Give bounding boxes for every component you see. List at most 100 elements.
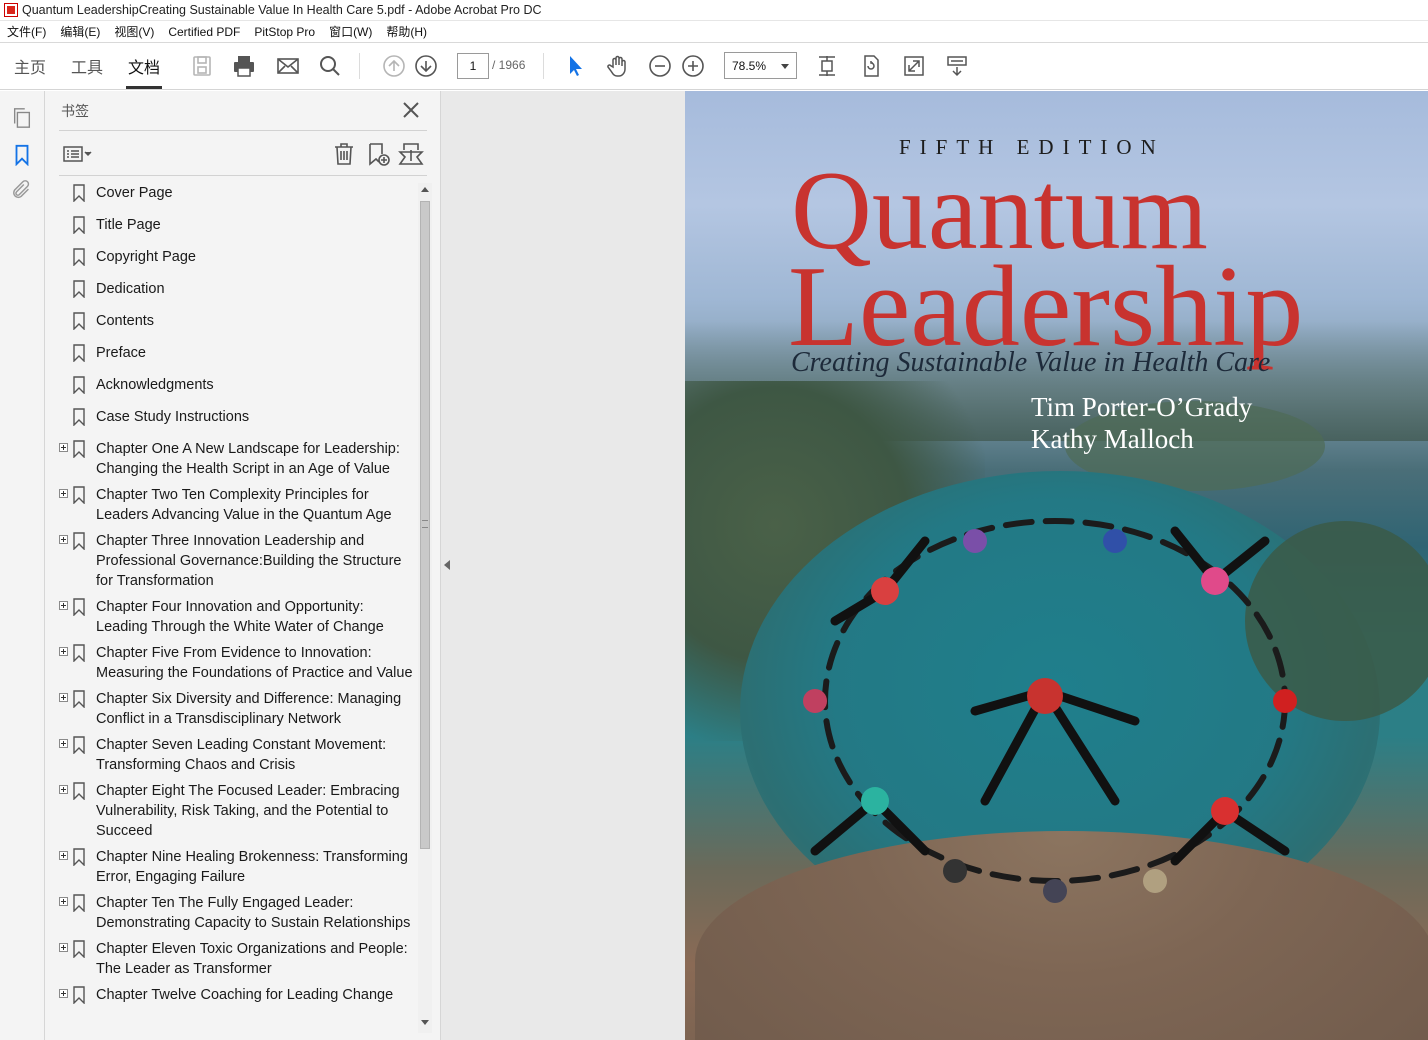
bookmark-label: Title Page [96, 217, 161, 233]
bookmark-icon [73, 940, 85, 958]
scroll-mode-icon[interactable] [813, 52, 841, 80]
bookmark-icon [73, 848, 85, 866]
search-icon[interactable] [316, 52, 344, 80]
page-thumbnails-icon[interactable] [10, 106, 34, 130]
bookmark-item[interactable]: Chapter Two Ten Complexity Principles fo… [59, 485, 417, 525]
bookmark-item[interactable]: Title Page [59, 215, 417, 235]
expand-plus-icon[interactable] [59, 693, 68, 702]
expand-plus-icon[interactable] [59, 739, 68, 748]
tab-document[interactable]: 文档 [126, 43, 162, 89]
bookmark-item[interactable]: Case Study Instructions [59, 407, 417, 427]
print-icon[interactable] [230, 52, 258, 80]
bookmark-item[interactable]: Chapter Ten The Fully Engaged Leader: De… [59, 893, 417, 933]
bookmark-icon [73, 312, 85, 330]
email-icon[interactable] [274, 52, 302, 80]
bookmark-label: Chapter One A New Landscape for Leadersh… [96, 441, 400, 477]
bookmark-item[interactable]: Dedication [59, 279, 417, 299]
expand-plus-icon[interactable] [59, 443, 68, 452]
bookmark-label: Dedication [96, 281, 165, 297]
bookmark-item[interactable]: Chapter Eight The Focused Leader: Embrac… [59, 781, 417, 841]
scroll-up-icon[interactable] [421, 187, 429, 192]
expand-plus-icon[interactable] [59, 851, 68, 860]
bookmark-icon [73, 216, 85, 234]
expand-plus-icon[interactable] [59, 989, 68, 998]
bookmark-label: Chapter Six Diversity and Difference: Ma… [96, 691, 402, 727]
menu-file[interactable]: 文件(F) [0, 23, 53, 40]
bookmark-icon [73, 344, 85, 362]
bookmark-item[interactable]: Copyright Page [59, 247, 417, 267]
bookmarks-icon[interactable] [10, 143, 34, 167]
cover-author-1: Tim Porter-O’Grady [1031, 392, 1253, 422]
bookmark-icon [73, 986, 85, 1004]
bookmark-label: Chapter Eleven Toxic Organizations and P… [96, 941, 408, 977]
document-view[interactable]: FIFTH EDITION Quantum Leadership Creatin… [441, 91, 1428, 1040]
bookmark-item[interactable]: Chapter Twelve Coaching for Leading Chan… [59, 985, 417, 1005]
tab-home[interactable]: 主页 [10, 43, 50, 89]
read-mode-icon[interactable] [943, 52, 971, 80]
panel-divider [59, 175, 427, 176]
next-page-icon[interactable] [412, 52, 440, 80]
previous-page-icon[interactable] [380, 52, 408, 80]
scroll-down-icon[interactable] [421, 1020, 429, 1025]
bookmark-label: Cover Page [96, 185, 173, 201]
zoom-level-value: 78.5% [732, 58, 767, 73]
options-menu-icon[interactable] [60, 141, 94, 167]
expand-plus-icon[interactable] [59, 785, 68, 794]
main-toolbar: 主页 工具 文档 [0, 43, 1428, 90]
save-icon[interactable] [188, 52, 216, 80]
hand-tool-icon[interactable] [604, 52, 632, 80]
bookmark-item[interactable]: Chapter Three Innovation Leadership and … [59, 531, 417, 591]
bookmark-icon [73, 598, 85, 616]
bookmark-scrollbar[interactable] [418, 183, 432, 1033]
bookmark-label: Chapter Seven Leading Constant Movement:… [96, 737, 387, 773]
expand-plus-icon[interactable] [59, 943, 68, 952]
zoom-in-icon[interactable] [679, 52, 707, 80]
skydivers-formation-image [803, 518, 1297, 903]
zoom-out-icon[interactable] [646, 52, 674, 80]
toolbar-separator [359, 53, 360, 79]
collapse-panel-icon[interactable] [444, 560, 450, 570]
expand-plus-icon[interactable] [59, 897, 68, 906]
expand-bookmark-icon[interactable] [398, 141, 424, 167]
bookmark-item[interactable]: Chapter Five From Evidence to Innovation… [59, 643, 417, 683]
bookmark-item[interactable]: Chapter Seven Leading Constant Movement:… [59, 735, 417, 775]
menu-help[interactable]: 帮助(H) [379, 23, 434, 40]
select-cursor-icon[interactable] [561, 52, 589, 80]
menu-pitstop-pro[interactable]: PitStop Pro [247, 25, 322, 39]
bookmark-icon [73, 280, 85, 298]
navigation-rail [0, 91, 45, 1040]
bookmark-label: Acknowledgments [96, 377, 214, 393]
book-cover-page: FIFTH EDITION Quantum Leadership Creatin… [685, 91, 1428, 1040]
expand-plus-icon[interactable] [59, 489, 68, 498]
menu-view[interactable]: 视图(V) [107, 23, 161, 40]
expand-plus-icon[interactable] [59, 647, 68, 656]
rotate-page-icon[interactable] [857, 52, 885, 80]
bookmark-item[interactable]: Chapter Nine Healing Brokenness: Transfo… [59, 847, 417, 887]
expand-plus-icon[interactable] [59, 535, 68, 544]
bookmark-item[interactable]: Chapter One A New Landscape for Leadersh… [59, 439, 417, 479]
bookmark-item[interactable]: Chapter Six Diversity and Difference: Ma… [59, 689, 417, 729]
close-icon[interactable] [401, 100, 421, 120]
menu-edit[interactable]: 编辑(E) [53, 23, 107, 40]
full-screen-icon[interactable] [900, 52, 928, 80]
new-bookmark-icon[interactable] [365, 141, 391, 167]
attachments-icon[interactable] [10, 178, 34, 202]
title-bar: Quantum LeadershipCreating Sustainable V… [0, 0, 1428, 21]
bookmark-item[interactable]: Chapter Four Innovation and Opportunity:… [59, 597, 417, 637]
menu-window[interactable]: 窗口(W) [322, 23, 379, 40]
bookmark-item[interactable]: Preface [59, 343, 417, 363]
bookmark-icon [73, 184, 85, 202]
page-number-input[interactable]: 1 [457, 53, 489, 79]
scroll-thumb[interactable] [420, 201, 430, 849]
tab-tools[interactable]: 工具 [67, 43, 107, 89]
menu-bar: 文件(F) 编辑(E) 视图(V) Certified PDF PitStop … [0, 21, 1428, 43]
bookmark-label: Chapter Five From Evidence to Innovation… [96, 645, 413, 681]
bookmark-item[interactable]: Cover Page [59, 183, 417, 203]
bookmark-item[interactable]: Contents [59, 311, 417, 331]
zoom-level-select[interactable]: 78.5% [724, 52, 797, 79]
bookmark-item[interactable]: Acknowledgments [59, 375, 417, 395]
bookmark-item[interactable]: Chapter Eleven Toxic Organizations and P… [59, 939, 417, 979]
delete-bookmark-icon[interactable] [331, 141, 357, 167]
menu-certified-pdf[interactable]: Certified PDF [161, 25, 247, 39]
expand-plus-icon[interactable] [59, 601, 68, 610]
